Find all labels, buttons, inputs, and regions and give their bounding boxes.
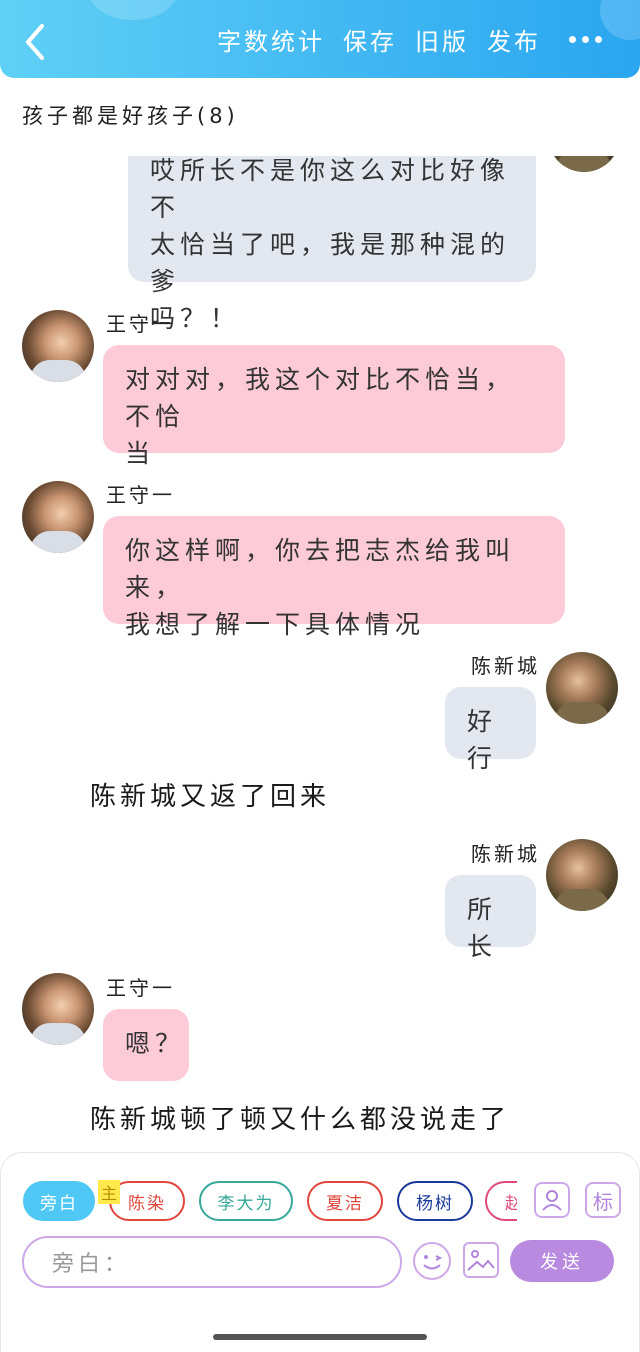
message-text: 太恰当了吧，我是那种混的爹 <box>150 230 511 296</box>
speaker-name: 王守一 <box>106 312 175 336</box>
role-chip[interactable]: 李大为 <box>199 1181 293 1221</box>
back-arrow-icon[interactable] <box>18 22 52 62</box>
speaker-name: 陈新城 <box>471 654 540 678</box>
role-chip[interactable]: 赵 <box>485 1181 517 1221</box>
word-count-button[interactable]: 字数统计 <box>217 22 325 57</box>
role-chip-narrator[interactable]: 旁白 <box>23 1181 95 1221</box>
message-text: 我想了解一下具体情况 <box>125 610 426 639</box>
message-bubble[interactable]: 对对对，我这个对比不恰当，不恰 当 <box>103 345 565 468</box>
message-text: 嗯？ <box>125 1029 186 1058</box>
narration-text[interactable]: 陈新城顿了顿又什么都没说走了 <box>90 1099 510 1136</box>
image-icon[interactable] <box>463 1242 499 1278</box>
message-bubble[interactable]: 嗯？ <box>103 1009 189 1081</box>
avatar[interactable] <box>546 652 618 724</box>
message-text: 吗？！ <box>150 304 241 333</box>
mark-button[interactable]: 标 <box>585 1182 621 1218</box>
message-bubble[interactable]: 所长 <box>445 875 536 961</box>
message-bubble[interactable]: 哎所长不是你这么对比好像不 太恰当了吧，我是那种混的爹 吗？！ <box>128 156 536 333</box>
message-text: 你这样啊，你去把志杰给我叫来， <box>125 536 516 602</box>
message-bubble[interactable]: 你这样啊，你去把志杰给我叫来， 我想了解一下具体情况 <box>103 516 565 639</box>
emoji-icon[interactable] <box>413 1242 451 1280</box>
message-text: 所长 <box>467 895 498 961</box>
avatar[interactable] <box>548 156 620 172</box>
narration-text[interactable]: 陈新城又返了回来 <box>90 776 330 813</box>
avatar[interactable] <box>546 839 618 911</box>
avatar[interactable] <box>22 310 94 382</box>
role-chip[interactable]: 夏洁 <box>307 1181 383 1221</box>
old-version-button[interactable]: 旧版 <box>415 22 469 57</box>
header-decoration <box>88 0 178 20</box>
more-options-icon[interactable] <box>569 35 602 43</box>
speaker-name: 王守一 <box>106 976 175 1000</box>
publish-button[interactable]: 发布 <box>487 22 541 57</box>
avatar[interactable] <box>22 973 94 1045</box>
avatar[interactable] <box>22 481 94 553</box>
message-input[interactable]: 旁白： <box>22 1236 402 1288</box>
message-text: 对对对，我这个对比不恰当，不恰 <box>125 365 516 431</box>
top-bar: 字数统计 保存 旧版 发布 <box>0 0 640 78</box>
main-role-badge: 主 <box>98 1180 120 1204</box>
message-bubble[interactable]: 好行 <box>445 687 536 773</box>
chat-area[interactable]: 哎所长不是你这么对比好像不 太恰当了吧，我是那种混的爹 吗？！ 王守一 对对对，… <box>0 156 640 1156</box>
send-button[interactable]: 发送 <box>510 1240 614 1282</box>
speaker-name: 陈新城 <box>471 842 540 866</box>
speaker-name: 王守一 <box>106 483 175 507</box>
home-indicator <box>213 1334 427 1340</box>
message-text: 哎所长不是你这么对比好像不 <box>150 156 511 222</box>
role-chip[interactable]: 杨树 <box>397 1181 473 1221</box>
role-manage-icon[interactable] <box>534 1182 570 1218</box>
chapter-title: 孩子都是好孩子(8) <box>22 104 239 128</box>
message-text: 好行 <box>467 707 498 773</box>
message-text: 当 <box>125 439 156 468</box>
role-chip[interactable]: 陈染 <box>109 1181 185 1221</box>
save-button[interactable]: 保存 <box>343 22 397 57</box>
